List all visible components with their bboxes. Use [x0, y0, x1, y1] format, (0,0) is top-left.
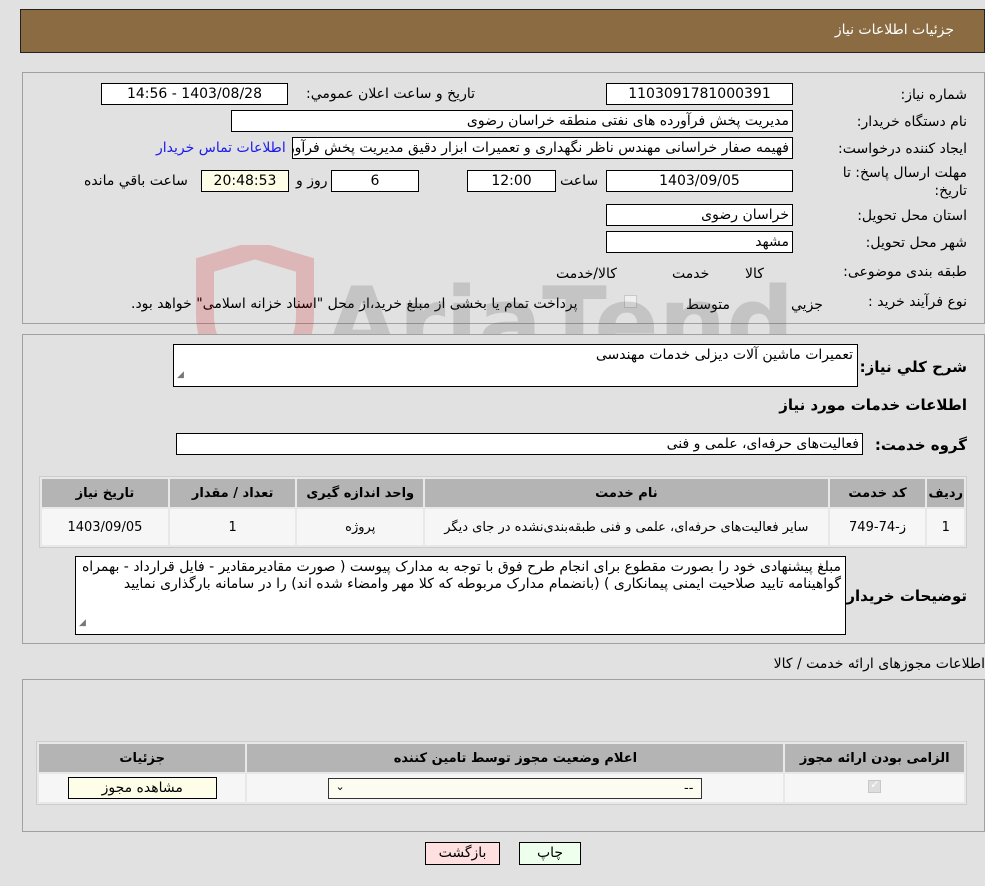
services-heading: اطلاعات خدمات مورد نیاز — [779, 396, 967, 414]
buyer-notes-textarea[interactable]: مبلغ پیشنهادی خود را بصورت مقطوع برای ان… — [75, 556, 846, 635]
cell-service-name: سایر فعالیت‌های حرفه‌ای، علمی و فنی طبقه… — [425, 509, 828, 545]
services-table: ردیف کد خدمت نام خدمت واحد اندازه گیری ت… — [39, 476, 967, 548]
deadline-time-label: ساعت — [560, 173, 599, 189]
cell-unit: پروژه — [297, 509, 424, 545]
days-label: روز و — [296, 173, 328, 189]
licenses-table-header: الزامی بودن ارائه مجوز اعلام وضعیت مجوز … — [39, 744, 964, 772]
licenses-heading: اطلاعات مجوزهای ارائه خدمت / کالا — [773, 656, 985, 672]
days-remaining-field: 6 — [331, 170, 419, 192]
category-option-goods-service: کالا/خدمت — [556, 266, 617, 282]
table-row: 1 ز-74-749 سایر فعالیت‌های حرفه‌ای، علمی… — [42, 509, 964, 545]
license-status-value: -- — [684, 780, 694, 796]
col-unit: واحد اندازه گیری — [297, 479, 424, 507]
service-group-label: گروه خدمت: — [874, 436, 967, 454]
province-label: استان محل تحویل: — [857, 208, 967, 224]
process-option-minor: جزيي — [791, 297, 823, 313]
deadline-time-field: 12:00 — [467, 170, 556, 192]
service-group-field: فعالیت‌های حرفه‌ای، علمی و فنی — [176, 433, 863, 455]
creator-label: ایجاد کننده درخواست: — [838, 141, 967, 157]
buyer-org-label: نام دستگاه خریدار: — [856, 114, 967, 130]
cell-need-date: 1403/09/05 — [42, 509, 168, 545]
view-license-button[interactable]: مشاهده مجوز — [67, 777, 217, 799]
resize-grip-icon[interactable]: ◢ — [177, 367, 184, 384]
process-label: نوع فرآیند خرید : — [868, 294, 967, 310]
city-field: مشهد — [606, 231, 793, 253]
remaining-time-field: 20:48:53 — [201, 170, 289, 192]
checkmark-icon: ✓ — [870, 777, 880, 791]
treasury-note: پرداخت تمام یا بخشی از مبلغ خرید،از محل … — [131, 296, 578, 312]
buyer-notes-text: مبلغ پیشنهادی خود را بصورت مقطوع برای ان… — [81, 559, 841, 592]
treasury-checkbox[interactable] — [624, 295, 637, 308]
deadline-label: مهلت ارسال پاسخ: تا تاریخ: — [842, 165, 967, 199]
col-license-status: اعلام وضعیت مجوز توسط تامین کننده — [247, 744, 784, 772]
cell-quantity: 1 — [169, 509, 296, 545]
col-service-name: نام خدمت — [425, 479, 828, 507]
chevron-down-icon: ⌄ — [335, 779, 345, 793]
license-status-select[interactable]: -- ⌄ — [328, 777, 703, 799]
back-button[interactable]: بازگشت — [425, 842, 500, 865]
print-button[interactable]: چاپ — [519, 842, 581, 865]
cell-license-details: مشاهده مجوز — [39, 774, 246, 802]
col-row-number: ردیف — [927, 479, 964, 507]
announce-datetime-field: 1403/08/28 - 14:56 — [101, 83, 288, 105]
announce-label: تاریخ و ساعت اعلان عمومي: — [306, 86, 475, 102]
table-row: ✓ -- ⌄ مشاهده مجوز — [39, 774, 964, 802]
province-field: خراسان رضوی — [606, 204, 793, 226]
creator-field: فهیمه صفار خراسانی مهندس ناظر نگهداری و … — [292, 137, 793, 159]
remaining-time-label: ساعت باقي مانده — [84, 173, 188, 189]
cell-license-status: -- ⌄ — [247, 774, 784, 802]
services-table-header: ردیف کد خدمت نام خدمت واحد اندازه گیری ت… — [42, 479, 964, 507]
process-option-medium: متوسط — [686, 297, 730, 313]
cell-service-code: ز-74-749 — [829, 509, 926, 545]
general-desc-label: شرح كلي نياز: — [859, 358, 967, 376]
category-option-goods: کالا — [745, 266, 764, 282]
general-desc-text: تعمیرات ماشین آلات دیزلی خدمات مهندسی — [595, 347, 853, 363]
general-desc-textarea[interactable]: تعمیرات ماشین آلات دیزلی خدمات مهندسی ◢ — [173, 344, 858, 387]
category-option-service: خدمت — [672, 266, 710, 282]
cell-row-number: 1 — [927, 509, 964, 545]
need-number-label: شماره نیاز: — [900, 87, 968, 103]
col-need-date: تاریخ نیاز — [42, 479, 168, 507]
city-label: شهر محل تحویل: — [865, 235, 967, 251]
buyer-org-field: مدیریت پخش فرآورده های نفتی منطقه خراسان… — [231, 110, 793, 132]
category-label: طبقه بندی موضوعی: — [843, 264, 967, 280]
buyer-notes-label: توضیحات خریدار: — [840, 587, 967, 605]
licenses-table: الزامی بودن ارائه مجوز اعلام وضعیت مجوز … — [36, 741, 967, 805]
buyer-contact-link[interactable]: اطلاعات تماس خریدار — [156, 140, 286, 156]
col-quantity: تعداد / مقدار — [169, 479, 296, 507]
col-license-required: الزامی بودن ارائه مجوز — [785, 744, 964, 772]
col-license-details: جزئیات — [39, 744, 246, 772]
cell-license-required: ✓ — [785, 774, 964, 802]
col-service-code: کد خدمت — [829, 479, 926, 507]
page-header: جزئیات اطلاعات نیاز — [20, 9, 985, 53]
deadline-date-field: 1403/09/05 — [606, 170, 793, 192]
resize-grip-icon[interactable]: ◢ — [79, 615, 86, 632]
license-required-checkbox: ✓ — [868, 777, 882, 793]
page-title: جزئیات اطلاعات نیاز — [834, 22, 954, 38]
need-number-field: 1103091781000391 — [606, 83, 793, 105]
